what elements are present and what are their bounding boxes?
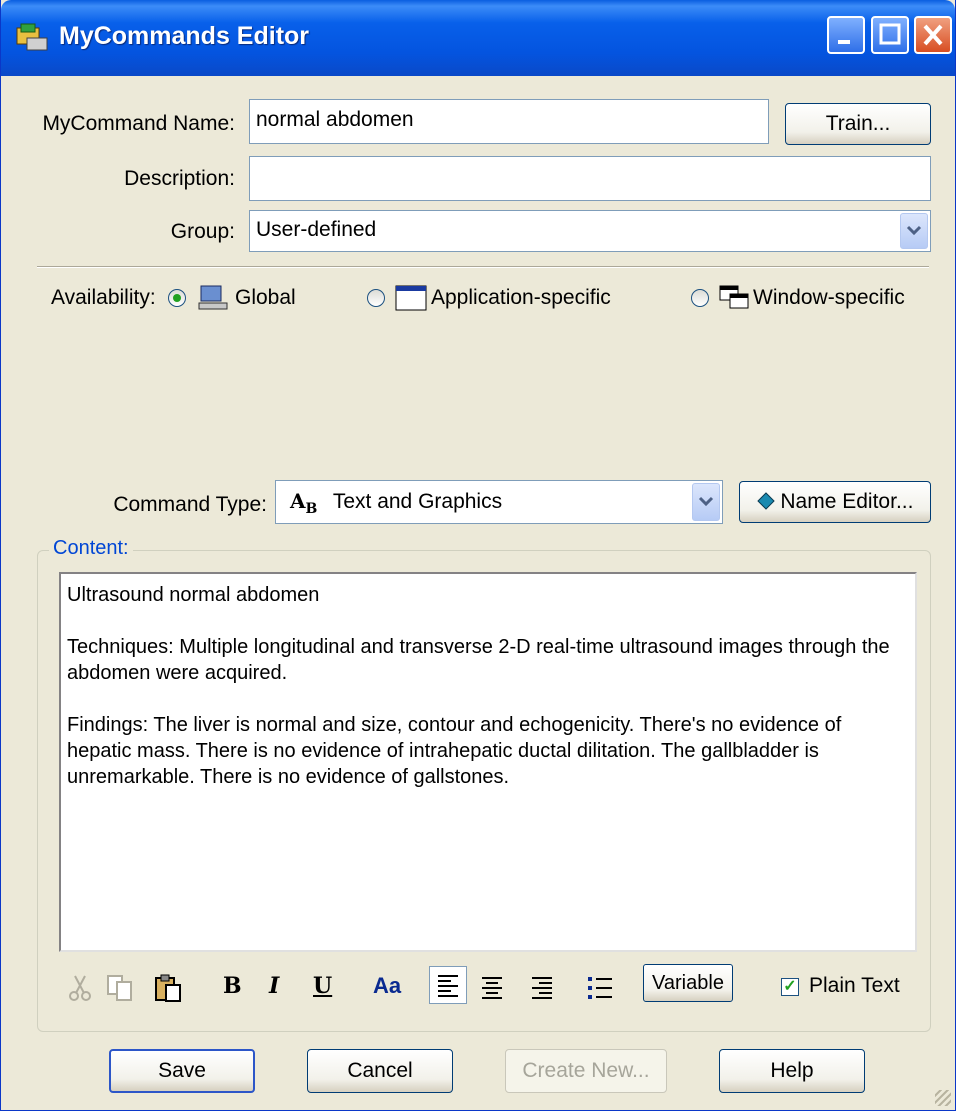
align-center-icon (482, 977, 502, 999)
command-type-select[interactable]: AB Text and Graphics (275, 480, 723, 524)
chevron-down-icon (698, 496, 714, 507)
content-paragraph: Findings: The liver is normal and size, … (67, 714, 842, 788)
computer-icon (198, 285, 228, 310)
close-button[interactable] (914, 16, 952, 54)
content-paragraph: Ultrasound normal abdomen (67, 584, 320, 606)
maximize-button[interactable] (871, 16, 909, 54)
chevron-down-icon (906, 225, 922, 236)
paste-icon (155, 974, 181, 1002)
scissors-icon (69, 975, 91, 1001)
underline-button[interactable]: U (313, 973, 332, 999)
windows-icon (719, 285, 749, 309)
radio-global-label: Global (235, 286, 296, 309)
bullet-list-button[interactable] (585, 973, 615, 1009)
command-type-value: Text and Graphics (332, 490, 503, 513)
bullet-list-icon (588, 977, 612, 999)
radio-application-specific[interactable] (367, 289, 385, 307)
group-label: Group: (170, 220, 235, 243)
paste-button[interactable] (153, 973, 183, 1009)
help-button[interactable]: Help (719, 1049, 865, 1093)
separator (37, 266, 929, 268)
resize-grip[interactable] (935, 1090, 951, 1106)
name-input[interactable]: normal abdomen (249, 99, 769, 144)
font-button[interactable]: Aa (373, 973, 401, 999)
copy-button[interactable] (105, 973, 135, 1009)
radio-global[interactable] (168, 289, 186, 307)
variable-button[interactable]: Variable (643, 964, 733, 1002)
description-input[interactable] (249, 156, 931, 201)
radio-window-specific-label: Window-specific (753, 286, 905, 309)
name-editor-label: Name Editor... (780, 490, 914, 513)
minimize-icon (838, 40, 850, 44)
group-value: User-defined (256, 218, 377, 241)
command-type-label: Command Type: (113, 493, 267, 516)
minimize-button[interactable] (827, 16, 865, 54)
align-right-button[interactable] (527, 973, 557, 1009)
name-label: MyCommand Name: (42, 112, 235, 135)
bold-button[interactable]: B (223, 973, 242, 999)
content-caption: Content: (49, 537, 133, 560)
close-icon (923, 24, 943, 46)
window-title: MyCommands Editor (59, 22, 310, 50)
mycommands-editor-window: MyCommands Editor MyCommand Name: normal… (0, 0, 956, 1111)
text-graphics-icon: AB (290, 489, 318, 517)
description-label: Description: (124, 167, 235, 190)
title-bar[interactable]: MyCommands Editor (1, 0, 955, 76)
content-paragraph: Techniques: Multiple longitudinal and tr… (67, 636, 890, 684)
plain-text-checkbox[interactable]: ✓ (781, 978, 799, 996)
align-left-icon (438, 975, 458, 997)
cancel-button[interactable]: Cancel (307, 1049, 453, 1093)
app-icon (16, 23, 48, 51)
create-new-button[interactable]: Create New... (505, 1049, 667, 1093)
radio-selected-dot (173, 294, 181, 302)
cut-button[interactable] (67, 973, 93, 1009)
availability-label: Availability: (51, 286, 156, 309)
group-select[interactable]: User-defined (249, 210, 931, 252)
radio-application-specific-label: Application-specific (431, 286, 611, 309)
group-dropdown-button[interactable] (900, 213, 928, 249)
edit-diamond-icon (756, 492, 775, 510)
copy-icon (107, 975, 132, 1001)
name-editor-button[interactable]: Name Editor... (739, 481, 931, 523)
application-window-icon (395, 285, 427, 311)
command-type-dropdown-button[interactable] (692, 483, 720, 521)
align-right-icon (532, 977, 552, 999)
italic-button[interactable]: I (269, 973, 279, 999)
save-button[interactable]: Save (109, 1049, 255, 1093)
content-editor[interactable]: Ultrasound normal abdomen Techniques: Mu… (59, 572, 917, 952)
align-left-button[interactable] (429, 966, 467, 1004)
align-center-button[interactable] (477, 973, 507, 1009)
maximize-icon (879, 23, 901, 45)
radio-window-specific[interactable] (691, 289, 709, 307)
plain-text-label: Plain Text (809, 974, 900, 997)
train-button[interactable]: Train... (785, 103, 931, 145)
